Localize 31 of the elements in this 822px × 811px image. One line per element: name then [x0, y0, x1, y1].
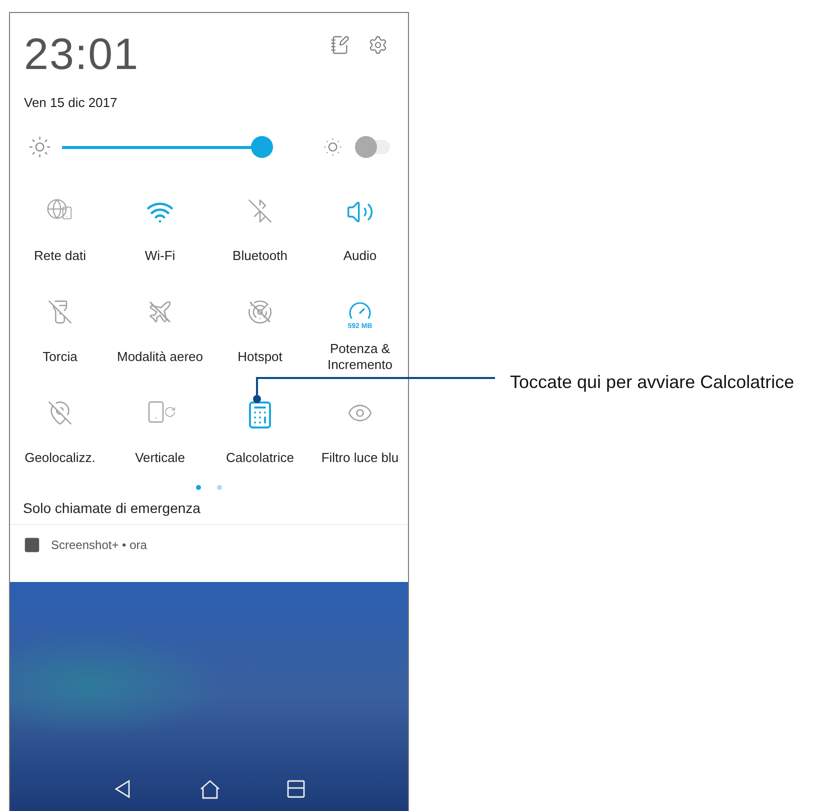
hotspot-off-icon — [247, 299, 273, 325]
tile-label: Modalità aereo — [116, 349, 204, 365]
tile-label: Hotspot — [236, 349, 284, 365]
tile-label: Rete dati — [32, 248, 88, 264]
bluetooth-off-icon — [247, 198, 273, 224]
settings-icon[interactable] — [368, 35, 388, 55]
callout-text: Toccate qui per avviare Calcolatrice — [510, 372, 794, 393]
location-off-icon — [47, 400, 73, 426]
airplane-off-icon — [147, 299, 173, 325]
notification-text[interactable]: Screenshot+ • ora — [51, 538, 147, 552]
tile-label: Verticale — [134, 450, 186, 466]
tile-label: Geolocalizz. — [24, 450, 96, 466]
tile-label: Filtro luce blu — [320, 450, 400, 466]
flashlight-off-icon — [47, 299, 73, 325]
date-text: Ven 15 dic 2017 — [23, 94, 118, 110]
page-dot[interactable] — [217, 485, 222, 490]
globe-phone-icon — [46, 198, 74, 220]
tile-label: Wi-Fi — [144, 248, 176, 264]
tile-label: Torcia — [42, 349, 78, 365]
clock-time: 23:01 — [24, 29, 140, 81]
tile-label: Potenza & Incremento — [326, 341, 394, 373]
carrier-text: Solo chiamate di emergenza — [10, 490, 408, 525]
recent-apps-button[interactable] — [287, 779, 305, 799]
tile-label: Calcolatrice — [225, 450, 295, 466]
edit-list-icon[interactable] — [330, 35, 350, 55]
home-button[interactable] — [199, 779, 221, 799]
brightness-icon — [28, 135, 52, 159]
page-dot[interactable] — [196, 485, 201, 490]
tile-label: Bluetooth — [232, 248, 288, 264]
slider-thumb[interactable] — [251, 136, 273, 158]
tile-label: Audio — [342, 248, 378, 264]
